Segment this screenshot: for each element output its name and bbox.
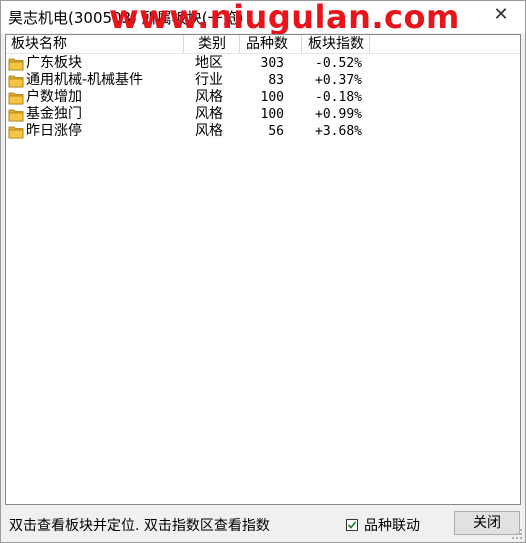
folder-icon: [8, 92, 24, 104]
cell-category: 风格: [195, 106, 223, 122]
block-name-label: 通用机械-机械基件: [26, 72, 144, 88]
table-row[interactable]: 户数增加 风格 100 -0.18%: [6, 89, 520, 106]
folder-icon: [8, 75, 24, 87]
cell-category: 行业: [195, 72, 223, 88]
folder-icon: [8, 58, 24, 70]
list-header: 板块名称 类别 品种数 板块指数: [6, 35, 520, 54]
cell-index[interactable]: +0.37%: [302, 72, 370, 89]
table-row[interactable]: 基金独门 风格 100 +0.99%: [6, 106, 520, 123]
watermark-text: www.niugulan.com: [109, 0, 460, 36]
cell-block-name: 基金独门: [6, 106, 184, 123]
block-info-dialog: 昊志机电(300503) 所属板块(一览) www.niugulan.com ✕…: [0, 0, 526, 543]
checkbox-box[interactable]: [346, 519, 358, 531]
close-icon[interactable]: ✕: [491, 5, 511, 25]
header-category[interactable]: 类别: [184, 35, 240, 53]
checkbox-label: 品种联动: [364, 518, 420, 534]
cell-index[interactable]: +3.68%: [302, 123, 370, 140]
cell-category: 地区: [195, 55, 223, 71]
cell-count: 83: [268, 73, 284, 88]
table-row[interactable]: 通用机械-机械基件 行业 83 +0.37%: [6, 72, 520, 89]
cell-count: 100: [260, 107, 284, 122]
header-count[interactable]: 品种数: [240, 35, 302, 53]
cell-block-name: 广东板块: [6, 55, 184, 72]
resize-grip-icon[interactable]: [511, 528, 523, 540]
header-index[interactable]: 板块指数: [302, 35, 370, 53]
cell-block-name: 户数增加: [6, 89, 184, 106]
cell-category: 风格: [195, 89, 223, 105]
cell-count: 100: [260, 90, 284, 105]
list-rows: 广东板块 地区 303 -0.52% 通用机械-机械基件 行业 83 +0.37% 户数增加 风格…: [6, 54, 520, 140]
cell-count: 303: [260, 56, 284, 71]
folder-icon: [8, 126, 24, 138]
cell-category: 风格: [195, 123, 223, 139]
hint-text: 双击查看板块并定位. 双击指数区查看指数: [9, 518, 270, 534]
block-name-label: 基金独门: [26, 106, 82, 122]
folder-icon: [8, 109, 24, 121]
cell-index[interactable]: +0.99%: [302, 106, 370, 123]
cell-block-name: 昨日涨停: [6, 123, 184, 140]
link-checkbox[interactable]: 品种联动: [346, 515, 420, 535]
block-name-label: 户数增加: [26, 89, 82, 105]
cell-index[interactable]: -0.52%: [302, 55, 370, 72]
block-name-label: 广东板块: [26, 55, 82, 71]
title-bar[interactable]: 昊志机电(300503) 所属板块(一览) www.niugulan.com ✕: [1, 0, 525, 36]
table-row[interactable]: 广东板块 地区 303 -0.52%: [6, 55, 520, 72]
cell-index[interactable]: -0.18%: [302, 89, 370, 106]
cell-block-name: 通用机械-机械基件: [6, 72, 184, 89]
check-icon: [347, 521, 357, 529]
table-row[interactable]: 昨日涨停 风格 56 +3.68%: [6, 123, 520, 140]
header-block-name[interactable]: 板块名称: [6, 35, 184, 53]
block-list[interactable]: 板块名称 类别 品种数 板块指数 广东板块 地区 303 -0.52% 通用机械-机械基…: [5, 34, 521, 505]
cell-count: 56: [268, 124, 284, 139]
block-name-label: 昨日涨停: [26, 123, 82, 139]
